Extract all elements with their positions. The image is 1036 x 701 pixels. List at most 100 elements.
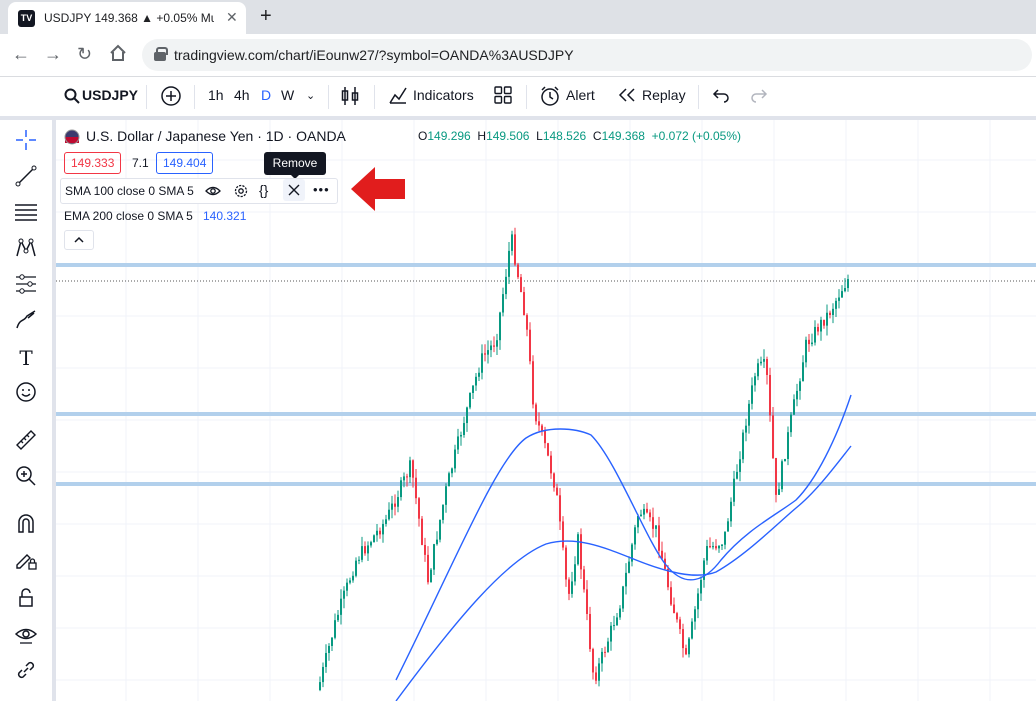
candle-body — [370, 542, 372, 546]
sell-price-button[interactable]: 149.333 — [64, 152, 122, 174]
candle-body — [559, 495, 561, 522]
candle-body — [529, 329, 531, 362]
forecasting-tools-icon[interactable] — [12, 272, 40, 300]
candle-body — [427, 554, 429, 583]
eye-icon[interactable] — [205, 184, 221, 203]
close-tab-icon[interactable]: ✕ — [226, 9, 238, 26]
candle-body — [415, 477, 417, 499]
annotation-arrow-icon — [349, 165, 407, 218]
lock-drawing-pencil-icon[interactable] — [12, 548, 40, 576]
candle-body — [718, 545, 720, 549]
measure-ruler-icon[interactable] — [12, 428, 40, 456]
indicators-button[interactable]: Indicators — [413, 87, 474, 103]
candle-body — [583, 569, 585, 590]
close-value: 149.368 — [601, 129, 645, 143]
candle-body — [553, 473, 555, 488]
symbol-title[interactable]: U.S. Dollar / Japanese Yen · 1D · OANDA — [86, 128, 346, 144]
new-tab-icon[interactable]: + — [260, 5, 272, 28]
candle-body — [697, 593, 699, 610]
candle-body — [460, 435, 462, 437]
hide-drawings-eye-icon[interactable] — [12, 622, 40, 650]
candle-body — [490, 345, 492, 351]
search-icon[interactable] — [64, 88, 80, 109]
candle-body — [535, 404, 537, 422]
alert-clock-icon[interactable] — [539, 85, 561, 112]
candle-body — [565, 547, 567, 580]
symbol-search-button[interactable]: USDJPY — [82, 87, 138, 103]
candle-body — [397, 497, 399, 507]
brush-icon[interactable] — [12, 308, 40, 336]
interval-4h[interactable]: 4h — [234, 87, 250, 103]
candle-body — [538, 421, 540, 426]
candle-body — [406, 476, 408, 478]
candle-body — [643, 508, 645, 515]
candle-body — [454, 449, 456, 469]
buy-price-button[interactable]: 149.404 — [156, 152, 214, 174]
candle-body — [652, 517, 654, 529]
interval-dropdown-chevron-icon[interactable]: ⌄ — [306, 89, 315, 102]
emoji-icon[interactable] — [12, 380, 40, 408]
low-value: 148.526 — [542, 129, 587, 143]
candle-body — [814, 326, 816, 343]
undo-icon[interactable] — [712, 87, 730, 108]
settings-gear-icon[interactable] — [233, 183, 249, 204]
candle-body — [769, 374, 771, 416]
layout-grid-icon[interactable] — [494, 86, 512, 109]
candle-body — [448, 473, 450, 487]
url-text: tradingview.com/chart/iEounw27/?symbol=O… — [174, 47, 574, 63]
candle-body — [823, 319, 825, 326]
candle-body — [760, 361, 762, 364]
sma-100-line — [395, 394, 852, 681]
link-icon[interactable] — [12, 658, 40, 686]
candlestick-chart-type-icon[interactable] — [341, 85, 359, 112]
candle-body — [574, 564, 576, 582]
candle-body — [682, 629, 684, 649]
magnet-icon[interactable] — [12, 512, 40, 540]
trend-line-icon[interactable] — [12, 164, 40, 192]
crosshair-icon[interactable] — [12, 128, 40, 156]
candle-body — [598, 663, 600, 681]
remove-x-icon[interactable] — [283, 179, 305, 201]
candle-body — [403, 476, 405, 481]
address-bar[interactable]: tradingview.com/chart/iEounw27/?symbol=O… — [142, 39, 1032, 71]
candle-body — [676, 613, 678, 620]
flag-icon — [64, 129, 80, 150]
fib-retracement-icon[interactable] — [12, 200, 40, 228]
redo-icon[interactable] — [750, 87, 768, 108]
replay-rewind-icon[interactable] — [618, 87, 636, 108]
candle-body — [694, 609, 696, 622]
compare-add-symbol-icon[interactable] — [160, 85, 182, 112]
interval-1h[interactable]: 1h — [208, 87, 224, 103]
lock-all-drawings-icon[interactable] — [12, 586, 40, 614]
sma-indicator-legend[interactable]: SMA 100 close 0 SMA 5 {} ••• — [60, 178, 338, 204]
price-chart[interactable] — [56, 120, 1036, 701]
candle-body — [532, 361, 534, 405]
text-tool-icon[interactable]: T — [12, 344, 40, 372]
more-options-icon[interactable]: ••• — [313, 182, 330, 197]
candle-body — [799, 381, 801, 391]
candle-body — [844, 288, 846, 292]
pattern-tool-icon[interactable] — [12, 236, 40, 264]
collapse-legend-button[interactable] — [64, 230, 94, 250]
reload-icon[interactable]: ↻ — [77, 44, 92, 65]
back-icon[interactable]: ← — [12, 44, 30, 65]
candle-body — [610, 625, 612, 642]
interval-w[interactable]: W — [281, 87, 294, 103]
browser-tab[interactable]: TV USDJPY 149.368 ▲ +0.05% Multi ✕ — [8, 2, 246, 34]
browser-toolbar: ← → ↻ tradingview.com/chart/iEounw27/?sy… — [0, 34, 1036, 77]
candle-body — [733, 478, 735, 502]
chart-pane[interactable]: U.S. Dollar / Japanese Yen · 1D · OANDA … — [56, 120, 1036, 701]
candle-body — [571, 581, 573, 594]
alert-button[interactable]: Alert — [566, 87, 595, 103]
replay-button[interactable]: Replay — [642, 87, 686, 103]
candle-body — [472, 385, 474, 393]
home-icon[interactable] — [108, 43, 128, 68]
candle-body — [496, 340, 498, 347]
indicators-icon[interactable] — [388, 85, 408, 110]
zoom-in-icon[interactable] — [12, 464, 40, 492]
candle-body — [625, 572, 627, 587]
forward-icon[interactable]: → — [44, 44, 62, 65]
interval-d[interactable]: D — [261, 87, 271, 103]
candle-body — [829, 312, 831, 315]
source-code-braces-icon[interactable]: {} — [259, 182, 268, 198]
